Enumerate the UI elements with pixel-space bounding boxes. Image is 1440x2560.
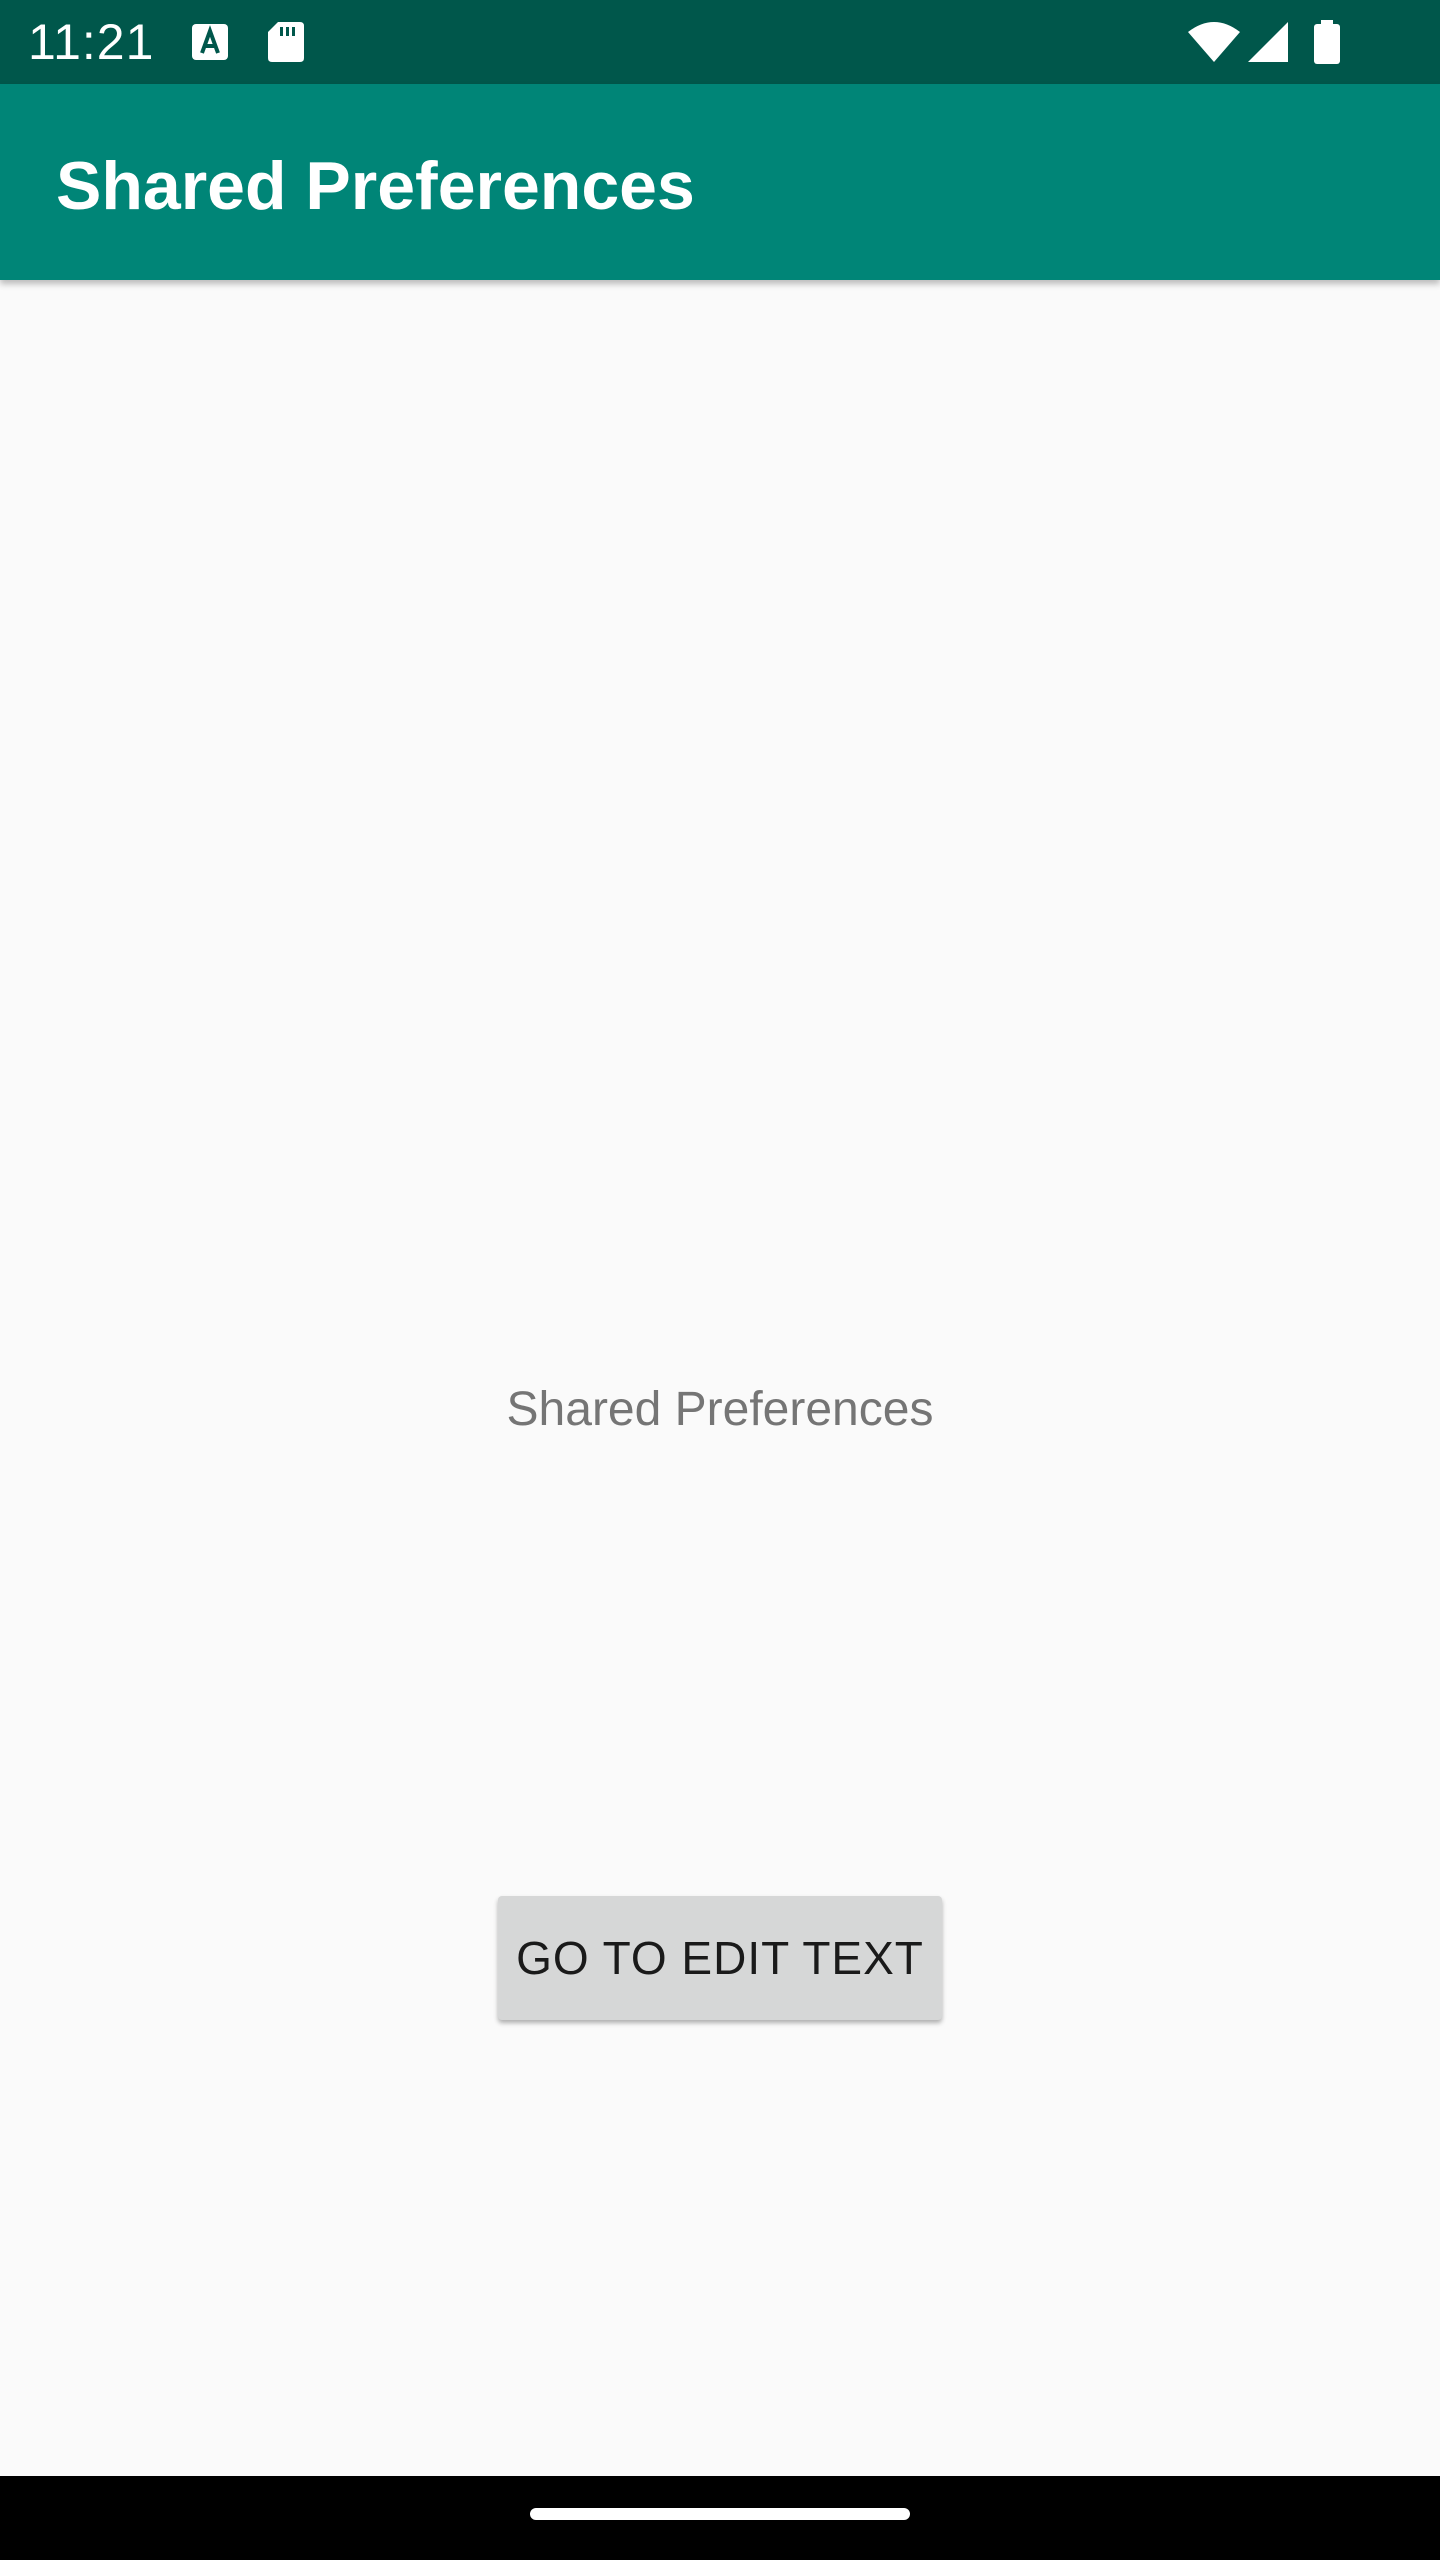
home-indicator[interactable] xyxy=(530,2508,910,2520)
app-bar: Shared Preferences xyxy=(0,84,1440,280)
status-bar: 11:21 xyxy=(0,0,1440,84)
app-title: Shared Preferences xyxy=(56,148,695,224)
battery-icon xyxy=(1314,20,1340,64)
font-download-icon xyxy=(192,24,228,60)
navigation-bar xyxy=(0,2476,1440,2560)
main-content: Shared Preferences GO TO EDIT TEXT xyxy=(0,280,1440,2476)
sd-card-icon xyxy=(268,22,304,62)
cell-signal-icon xyxy=(1248,22,1288,62)
go-to-edit-text-button[interactable]: GO TO EDIT TEXT xyxy=(498,1896,942,2020)
status-time: 11:21 xyxy=(28,14,155,70)
wifi-icon xyxy=(1188,22,1240,62)
shared-preferences-label: Shared Preferences xyxy=(506,1383,934,1436)
